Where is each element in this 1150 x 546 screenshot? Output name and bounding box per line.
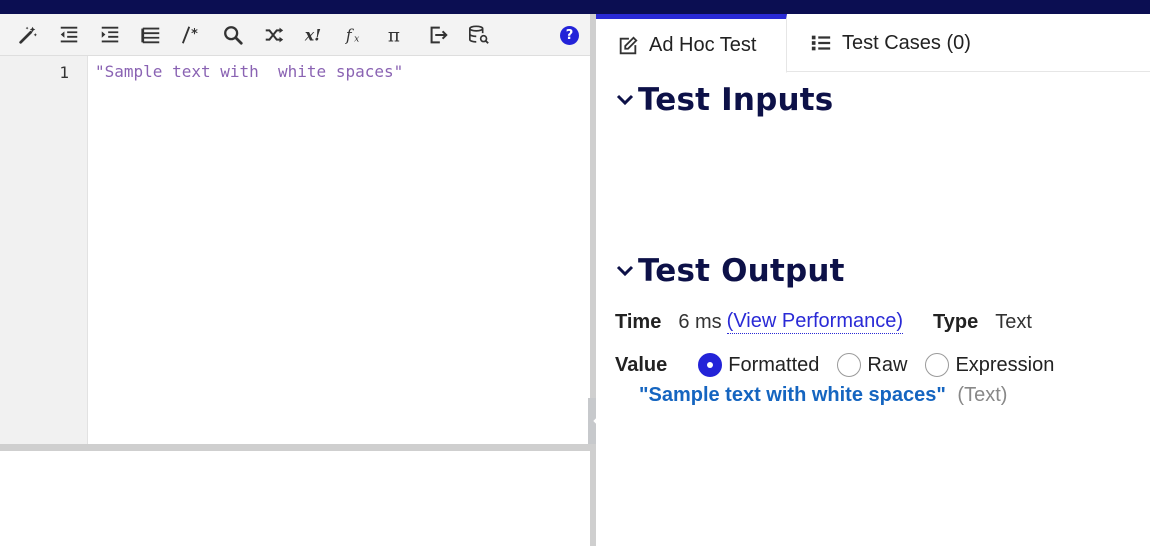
test-output-header[interactable]: Test Output <box>616 253 845 289</box>
code-editor[interactable]: 1 "Sample text with white spaces" <box>0 56 590 444</box>
time-label: Time <box>615 310 662 333</box>
edit-icon <box>619 35 638 54</box>
tab-label: Test Cases (0) <box>842 31 971 54</box>
code-line[interactable]: "Sample text with white spaces" <box>95 62 403 81</box>
line-number: 1 <box>59 63 69 82</box>
svg-text:x: x <box>354 33 360 44</box>
output-result: "Sample text with white spaces" (Text) <box>639 384 1007 407</box>
type-label: Type <box>933 310 979 333</box>
test-inputs-header[interactable]: Test Inputs <box>616 82 833 118</box>
database-search-icon[interactable] <box>466 22 492 48</box>
app-header-bar-right <box>596 0 1150 14</box>
type-value: Text <box>995 310 1032 333</box>
tab-ad-hoc-test[interactable]: Ad Hoc Test <box>596 14 787 73</box>
radio-label: Formatted <box>728 353 820 376</box>
outdent-icon[interactable] <box>56 22 82 48</box>
expression-editor-pane: * x! fx π ? 1 "Sample text with white sp… <box>0 14 590 546</box>
section-title: Test Output <box>638 253 845 289</box>
editor-toolbar: * x! fx π ? <box>0 14 590 56</box>
output-meta-row: Time 6 ms (View Performance) Type Text <box>615 310 1032 334</box>
radio-label: Raw <box>867 353 908 376</box>
line-number-gutter: 1 <box>0 56 88 444</box>
list-icon[interactable] <box>138 22 164 48</box>
magic-wand-icon[interactable] <box>15 22 41 48</box>
tab-test-cases[interactable]: Test Cases (0) <box>810 14 1010 72</box>
search-icon[interactable] <box>220 22 246 48</box>
svg-text:x!: x! <box>304 26 321 45</box>
help-icon[interactable]: ? <box>560 26 579 45</box>
test-tabs: Ad Hoc Test Test Cases (0) <box>596 14 1150 73</box>
list-icon <box>811 35 831 51</box>
factorial-icon[interactable]: x! <box>302 22 328 48</box>
app-header-bar <box>0 0 596 14</box>
indent-icon[interactable] <box>97 22 123 48</box>
horizontal-splitter[interactable] <box>0 444 590 451</box>
comment-icon[interactable]: * <box>179 22 205 48</box>
value-label: Value <box>615 353 668 376</box>
radio-unchecked-icon <box>837 353 862 377</box>
value-format-row: Value Formatted Raw Expression <box>615 353 1072 377</box>
view-performance-link[interactable]: (View Performance) <box>726 310 904 334</box>
function-icon[interactable]: fx <box>343 22 369 48</box>
shuffle-icon[interactable] <box>261 22 287 48</box>
section-title: Test Inputs <box>638 82 834 118</box>
format-expression-radio[interactable]: Expression <box>925 353 1054 377</box>
result-value: "Sample text with white spaces" <box>639 384 946 406</box>
chevron-down-icon <box>616 94 634 106</box>
time-value: 6 ms <box>678 310 722 333</box>
pi-icon[interactable]: π <box>384 22 410 48</box>
svg-text:*: * <box>191 27 198 42</box>
radio-checked-icon <box>698 353 723 377</box>
radio-unchecked-icon <box>925 353 950 377</box>
radio-label: Expression <box>955 353 1055 376</box>
format-formatted-radio[interactable]: Formatted <box>698 353 819 377</box>
chevron-down-icon <box>616 265 634 277</box>
bottom-panel <box>0 451 590 546</box>
test-pane: Ad Hoc Test Test Cases (0) Test Inputs T… <box>596 14 1150 546</box>
format-raw-radio[interactable]: Raw <box>837 353 907 377</box>
export-icon[interactable] <box>425 22 451 48</box>
tab-label: Ad Hoc Test <box>649 34 757 56</box>
result-type: (Text) <box>957 384 1008 406</box>
svg-text:π: π <box>388 25 400 46</box>
